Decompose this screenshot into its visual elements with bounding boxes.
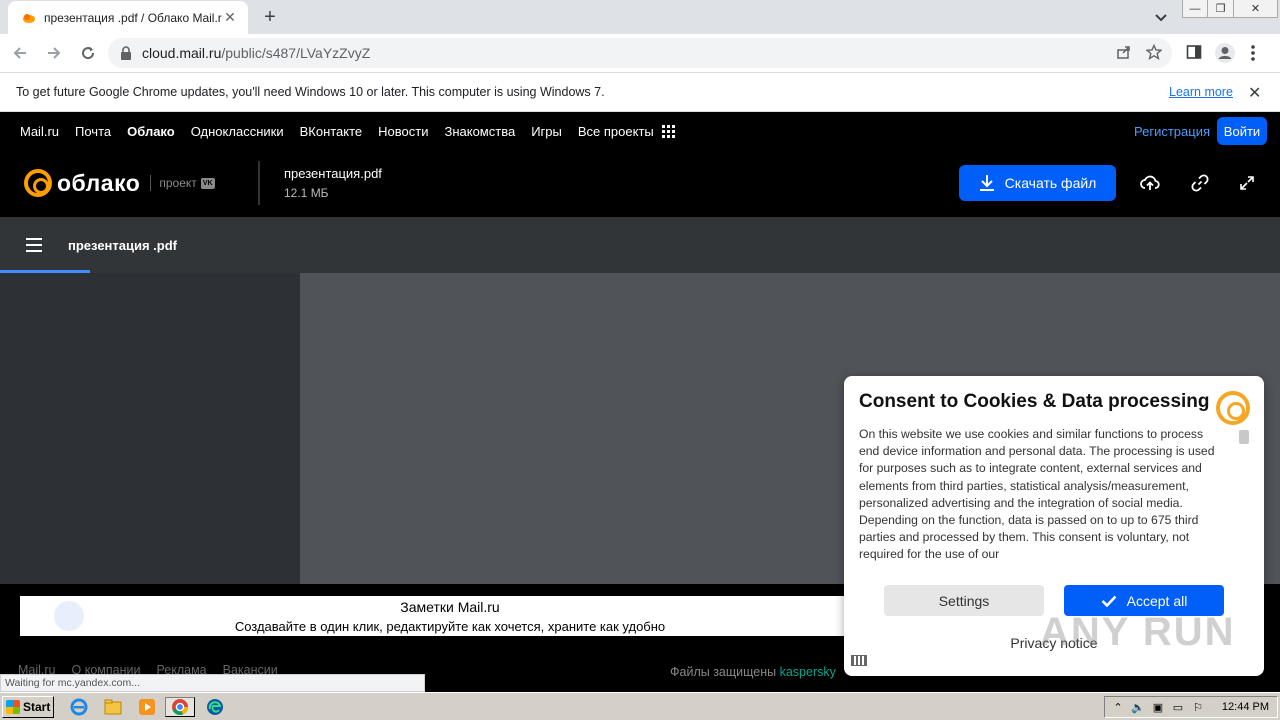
window-controls: — ❐ ✕ bbox=[1182, 0, 1278, 18]
apps-grid-icon[interactable] bbox=[661, 124, 675, 138]
nav-games[interactable]: Игры bbox=[531, 124, 562, 139]
windows-taskbar: Start ⌃ 🔈 ▣ ▭ ⚐ 12:44 PM bbox=[0, 692, 1280, 720]
protected-prefix: Файлы защищены bbox=[670, 665, 777, 679]
chrome-taskbar-icon[interactable] bbox=[165, 697, 195, 717]
action-center-flag-icon[interactable]: ⚐ bbox=[1191, 700, 1205, 714]
address-bar[interactable]: cloud.mail.ru/public/s487/LVaYzZvyZ bbox=[108, 38, 1172, 68]
nav-dating[interactable]: Знакомства bbox=[444, 124, 515, 139]
nav-ok[interactable]: Одноклассники bbox=[191, 124, 284, 139]
browser-toolbar: cloud.mail.ru/public/s487/LVaYzZvyZ bbox=[0, 34, 1280, 72]
battery-icon[interactable]: ▭ bbox=[1171, 700, 1185, 714]
reload-icon bbox=[82, 47, 95, 60]
tab-search-icon[interactable] bbox=[1152, 8, 1170, 26]
volume-icon[interactable]: 🔈 bbox=[1131, 700, 1145, 714]
consent-settings-button[interactable]: Settings bbox=[884, 585, 1044, 616]
language-icon[interactable] bbox=[851, 655, 867, 666]
tab-title: презентация .pdf / Облако Mail.ru bbox=[44, 10, 222, 25]
save-to-cloud-icon[interactable] bbox=[1140, 173, 1160, 193]
download-icon bbox=[979, 175, 994, 191]
learn-more-link[interactable]: Learn more bbox=[1169, 85, 1233, 99]
back-button[interactable] bbox=[6, 39, 34, 67]
viewer-title: презентация .pdf bbox=[68, 238, 177, 253]
lock-icon[interactable] bbox=[120, 46, 132, 60]
forward-button[interactable] bbox=[40, 39, 68, 67]
nav-mail[interactable]: Почта bbox=[75, 124, 111, 139]
fullscreen-icon[interactable] bbox=[1237, 173, 1257, 193]
cloud-logo[interactable]: облако проект VK bbox=[24, 169, 215, 197]
ad-banner[interactable]: Заметки Mail.ru Создавайте в один клик, … bbox=[20, 596, 880, 636]
explorer-taskbar-icon[interactable] bbox=[102, 697, 124, 717]
taskbar-clock[interactable]: 12:44 PM bbox=[1222, 701, 1269, 713]
arrow-right-icon bbox=[48, 47, 61, 59]
vk-badge: VK bbox=[200, 177, 215, 189]
infobar-message: To get future Google Chrome updates, you… bbox=[16, 85, 605, 99]
accept-all-label: Accept all bbox=[1126, 592, 1188, 609]
nav-news[interactable]: Новости bbox=[378, 124, 428, 139]
logo-word: облако bbox=[57, 169, 141, 196]
header-divider bbox=[258, 161, 260, 205]
url-host: cloud.mail.ru bbox=[142, 45, 222, 61]
checkmark-icon bbox=[1101, 595, 1117, 607]
infobar-close-icon[interactable]: ✕ bbox=[1248, 83, 1261, 103]
ad-text: Создавайте в один клик, редактируйте как… bbox=[234, 619, 666, 634]
system-tray: ⌃ 🔈 ▣ ▭ ⚐ 12:44 PM bbox=[1104, 696, 1278, 718]
login-button[interactable]: Войти bbox=[1217, 117, 1267, 145]
cloud-header: облако проект VK презентация.pdf 12.1 МБ… bbox=[0, 149, 1280, 217]
nav-cloud[interactable]: Облако bbox=[127, 124, 175, 139]
close-window-icon[interactable]: ✕ bbox=[1234, 0, 1278, 18]
reload-button[interactable] bbox=[74, 39, 102, 67]
viewer-bar: презентация .pdf bbox=[0, 217, 1280, 273]
start-label: Start bbox=[23, 700, 51, 714]
consent-title: Consent to Cookies & Data processing bbox=[859, 391, 1210, 412]
network-icon[interactable]: ▣ bbox=[1151, 700, 1165, 714]
download-label: Скачать файл bbox=[1004, 175, 1097, 191]
url-text: cloud.mail.ru/public/s487/LVaYzZvyZ bbox=[142, 45, 370, 61]
anyrun-watermark: ANY RUN bbox=[1040, 610, 1236, 654]
ad-title: Заметки Mail.ru bbox=[400, 599, 500, 615]
consent-scrollbar[interactable] bbox=[1239, 430, 1249, 444]
link-icon[interactable] bbox=[1190, 173, 1210, 193]
bookmark-star-icon[interactable] bbox=[1146, 44, 1162, 60]
nav-all-projects[interactable]: Все проекты bbox=[578, 124, 654, 139]
nav-mailru[interactable]: Mail.ru bbox=[20, 124, 59, 139]
nav-vk[interactable]: ВКонтакте bbox=[300, 124, 363, 139]
portal-nav: Mail.ru Почта Облако Одноклассники ВКонт… bbox=[0, 113, 1280, 149]
protected-by-label: Файлы защищены kaspersky bbox=[670, 665, 836, 679]
new-tab-button[interactable]: + bbox=[258, 6, 282, 28]
cloud-favicon-icon bbox=[23, 13, 35, 23]
kaspersky-brand[interactable]: kaspersky bbox=[780, 665, 836, 679]
start-button[interactable]: Start bbox=[2, 696, 54, 718]
ie-taskbar-icon[interactable] bbox=[68, 697, 90, 717]
browser-tab[interactable]: презентация .pdf / Облако Mail.ru ✕ bbox=[8, 1, 248, 34]
tray-expand-icon[interactable]: ⌃ bbox=[1111, 700, 1125, 714]
restore-icon[interactable]: ❐ bbox=[1208, 0, 1234, 18]
consent-body: On this website we use cookies and simil… bbox=[859, 427, 1215, 562]
tab-strip: презентация .pdf / Облако Mail.ru ✕ + — … bbox=[0, 0, 1280, 34]
project-label: проект bbox=[159, 176, 197, 190]
minimize-icon[interactable]: — bbox=[1182, 0, 1208, 18]
file-size: 12.1 МБ bbox=[284, 186, 329, 200]
file-name: презентация.pdf bbox=[284, 166, 382, 181]
url-path: /public/s487/LVaYzZvyZ bbox=[221, 45, 371, 61]
media-player-taskbar-icon[interactable] bbox=[136, 697, 158, 717]
profile-avatar-icon[interactable] bbox=[1214, 42, 1236, 64]
windows-flag-icon bbox=[6, 700, 20, 714]
update-infobar: To get future Google Chrome updates, you… bbox=[0, 72, 1280, 112]
register-link[interactable]: Регистрация bbox=[1134, 124, 1210, 139]
thumbnail-sidebar[interactable] bbox=[0, 273, 300, 584]
menu-icon[interactable] bbox=[26, 238, 42, 252]
tab-close-icon[interactable]: ✕ bbox=[222, 9, 238, 26]
at-logo-icon bbox=[24, 169, 52, 197]
mailru-at-logo-icon bbox=[1216, 391, 1250, 425]
edge-taskbar-icon[interactable] bbox=[204, 697, 226, 717]
more-menu-icon[interactable] bbox=[1250, 44, 1256, 62]
share-icon[interactable] bbox=[1116, 44, 1132, 60]
browser-status-bar: Waiting for mc.yandex.com... bbox=[0, 674, 425, 692]
logo-divider bbox=[150, 175, 152, 191]
download-file-button[interactable]: Скачать файл bbox=[959, 165, 1116, 201]
side-panel-icon[interactable] bbox=[1186, 44, 1202, 60]
arrow-left-icon bbox=[13, 47, 26, 59]
